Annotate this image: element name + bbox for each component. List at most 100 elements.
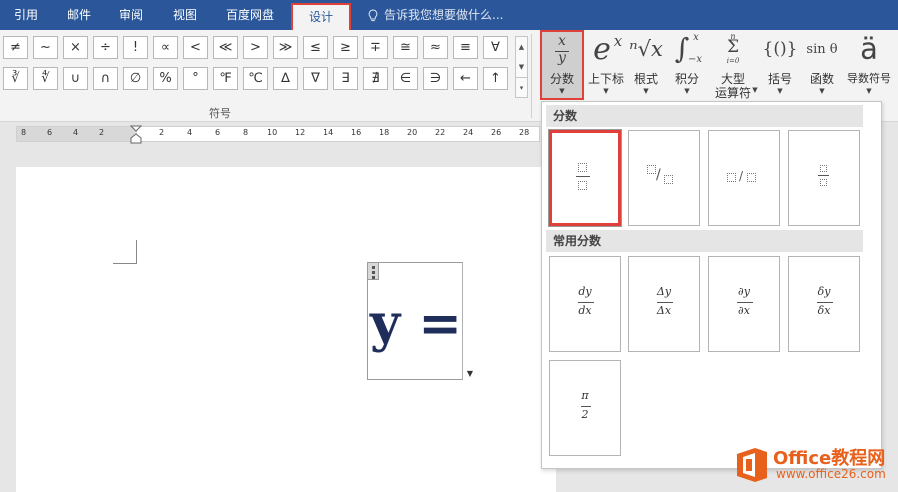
ruler-tick-label: 24 <box>463 128 474 137</box>
symbol-button[interactable]: ≡ <box>453 36 478 59</box>
symbol-button[interactable]: % <box>153 67 178 90</box>
common-fraction-item[interactable]: Δy Δx <box>628 256 700 352</box>
office26-watermark: Office教程网 www.office26.com <box>733 442 893 488</box>
symbol-button[interactable]: ↑ <box>483 67 508 90</box>
equation-content[interactable]: y = <box>370 293 462 354</box>
symbol-button[interactable]: ∜ <box>33 67 58 90</box>
common-fraction-item[interactable]: δy δx <box>788 256 860 352</box>
scroll-down-icon[interactable]: ▼ <box>516 57 527 77</box>
fraction-numerator: π <box>581 389 589 402</box>
symbol-button[interactable]: ∛ <box>3 67 28 90</box>
symbol-button[interactable]: ≠ <box>3 36 28 59</box>
bracket-button[interactable]: {()} 括号 ▼ <box>760 32 800 100</box>
fraction-denominator: δx <box>817 304 831 317</box>
symbol-button[interactable]: ∀ <box>483 36 508 59</box>
ruler-tick-label: 28 <box>519 128 530 137</box>
tab-mailings[interactable]: 邮件 <box>56 0 102 30</box>
symbol-button[interactable]: ∋ <box>423 67 448 90</box>
chevron-down-icon: ▼ <box>777 87 783 95</box>
bracket-glyph: {()} <box>762 39 798 59</box>
symbol-button[interactable]: ∆ <box>273 67 298 90</box>
symbol-button[interactable]: ! <box>123 36 148 59</box>
symbols-group-label: 符号 <box>209 107 231 120</box>
script-label: 上下标 <box>587 72 624 86</box>
symbol-button[interactable]: ∅ <box>123 67 148 90</box>
common-fraction-item[interactable]: ∂y ∂x <box>708 256 780 352</box>
accent-button[interactable]: ä 导数符号 ▼ <box>842 32 896 100</box>
common-fraction-item[interactable]: π 2 <box>549 360 621 456</box>
symbol-button[interactable]: ∩ <box>93 67 118 90</box>
symbol-button[interactable]: ∃ <box>333 67 358 90</box>
tab-view[interactable]: 视图 <box>162 0 208 30</box>
tab-references[interactable]: 引用 <box>4 0 48 30</box>
symbol-button[interactable]: > <box>243 36 268 59</box>
symbol-button[interactable]: ℉ <box>213 67 238 90</box>
gallery-more-icon[interactable]: ▾ <box>516 77 527 97</box>
fraction-button[interactable]: x y 分数 ▼ <box>540 30 584 100</box>
ruler-tick-label: 4 <box>73 128 79 137</box>
symbol-button[interactable]: ≥ <box>333 36 358 59</box>
symbol-button[interactable]: ~ <box>33 36 58 59</box>
slash-icon: / <box>739 169 744 183</box>
ruler-tick-label: 2 <box>159 128 165 137</box>
ruler-tick-label: 18 <box>379 128 390 137</box>
common-fraction-item[interactable]: dy dx <box>549 256 621 352</box>
fraction-denominator: ∂x <box>738 304 750 317</box>
symbol-button[interactable]: ≫ <box>273 36 298 59</box>
fraction-dropdown-gallery: 分数 / / 常用分数 dy dx Δy Δx ∂y ∂x δy δx π 2 <box>541 101 882 469</box>
fraction-bar-icon <box>578 302 594 303</box>
tell-me-search[interactable]: 告诉我您想要做什么... <box>368 0 503 30</box>
stacked-fraction-item[interactable] <box>548 129 622 227</box>
denominator-placeholder-icon <box>664 175 673 184</box>
symbol-button[interactable]: ≈ <box>423 36 448 59</box>
ruler-tick-label: 8 <box>243 128 249 137</box>
symbol-button[interactable]: ∝ <box>153 36 178 59</box>
symbol-button[interactable]: ° <box>183 67 208 90</box>
symbol-button[interactable]: ÷ <box>93 36 118 59</box>
tab-baidu-netdisk[interactable]: 百度网盘 <box>216 0 284 30</box>
symbol-button[interactable]: ∪ <box>63 67 88 90</box>
radical-label: 根式 <box>633 72 658 86</box>
symbol-button[interactable]: < <box>183 36 208 59</box>
symbol-button[interactable]: ∓ <box>363 36 388 59</box>
symbol-button[interactable]: ≅ <box>393 36 418 59</box>
symbol-button[interactable]: ≤ <box>303 36 328 59</box>
sigma-icon: Σ <box>726 37 740 57</box>
function-button[interactable]: sin θ 函数 ▼ <box>802 32 842 100</box>
fraction-bar-icon <box>818 175 829 176</box>
ruler-tick-label: 8 <box>21 128 27 137</box>
tab-review[interactable]: 审阅 <box>108 0 154 30</box>
gallery-section-fraction: 分数 <box>546 105 863 127</box>
tab-design[interactable]: 设计 <box>291 3 351 30</box>
symbol-gallery-scroll[interactable]: ▲ ▼ ▾ <box>515 36 528 98</box>
small-fraction-item[interactable] <box>788 130 860 226</box>
fraction-bar-icon <box>576 176 590 177</box>
document-page[interactable]: y = ▼ <box>16 167 556 492</box>
script-button[interactable]: e x 上下标 ▼ <box>586 32 626 100</box>
radical-button[interactable]: ⁿ√x 根式 ▼ <box>628 32 664 100</box>
symbol-button[interactable]: ∈ <box>393 67 418 90</box>
gallery-section-common-fractions: 常用分数 <box>546 230 863 252</box>
horizontal-ruler[interactable]: 8 6 4 2 2 4 6 8 10 12 14 16 18 20 22 24 26 28 <box>16 125 540 145</box>
scroll-up-icon[interactable]: ▲ <box>516 37 527 57</box>
linear-fraction-item[interactable]: / <box>708 130 780 226</box>
integral-button[interactable]: ∫ x −x 积分 ▼ <box>668 32 706 100</box>
equation-drag-handle[interactable] <box>367 262 379 280</box>
office-logo-icon <box>737 448 767 482</box>
symbol-button[interactable]: ℃ <box>243 67 268 90</box>
skewed-fraction-item[interactable]: / <box>628 130 700 226</box>
symbol-button[interactable]: ∄ <box>363 67 388 90</box>
equation-box[interactable]: y = ▼ <box>367 262 477 380</box>
fraction-numerator: Δy <box>656 285 672 298</box>
denominator-placeholder-icon <box>747 173 756 182</box>
large-operator-button[interactable]: n Σ i=0 大型 运算符 ▼ <box>708 32 758 100</box>
symbol-button[interactable]: ≪ <box>213 36 238 59</box>
bracket-label: 括号 <box>767 72 792 86</box>
symbol-button[interactable]: × <box>63 36 88 59</box>
indent-marker-icon[interactable] <box>129 125 143 145</box>
symbol-button[interactable]: ← <box>453 67 478 90</box>
symbol-button[interactable]: ∇ <box>303 67 328 90</box>
symbol-gallery: ≠ ~ × ÷! ∝ < ≪ > ≫ ≤ ≥ ∓ ≅ ≈ ≡ ∀ ∛ ∜ ∪ ∩ ∅% ° ℉ ℃ ∆ ∇ ∃ ∄ ∈ ∋ ← ↑ <box>3 36 515 98</box>
chevron-down-icon: ▼ <box>684 87 690 95</box>
equation-options-button[interactable]: ▼ <box>462 262 477 380</box>
